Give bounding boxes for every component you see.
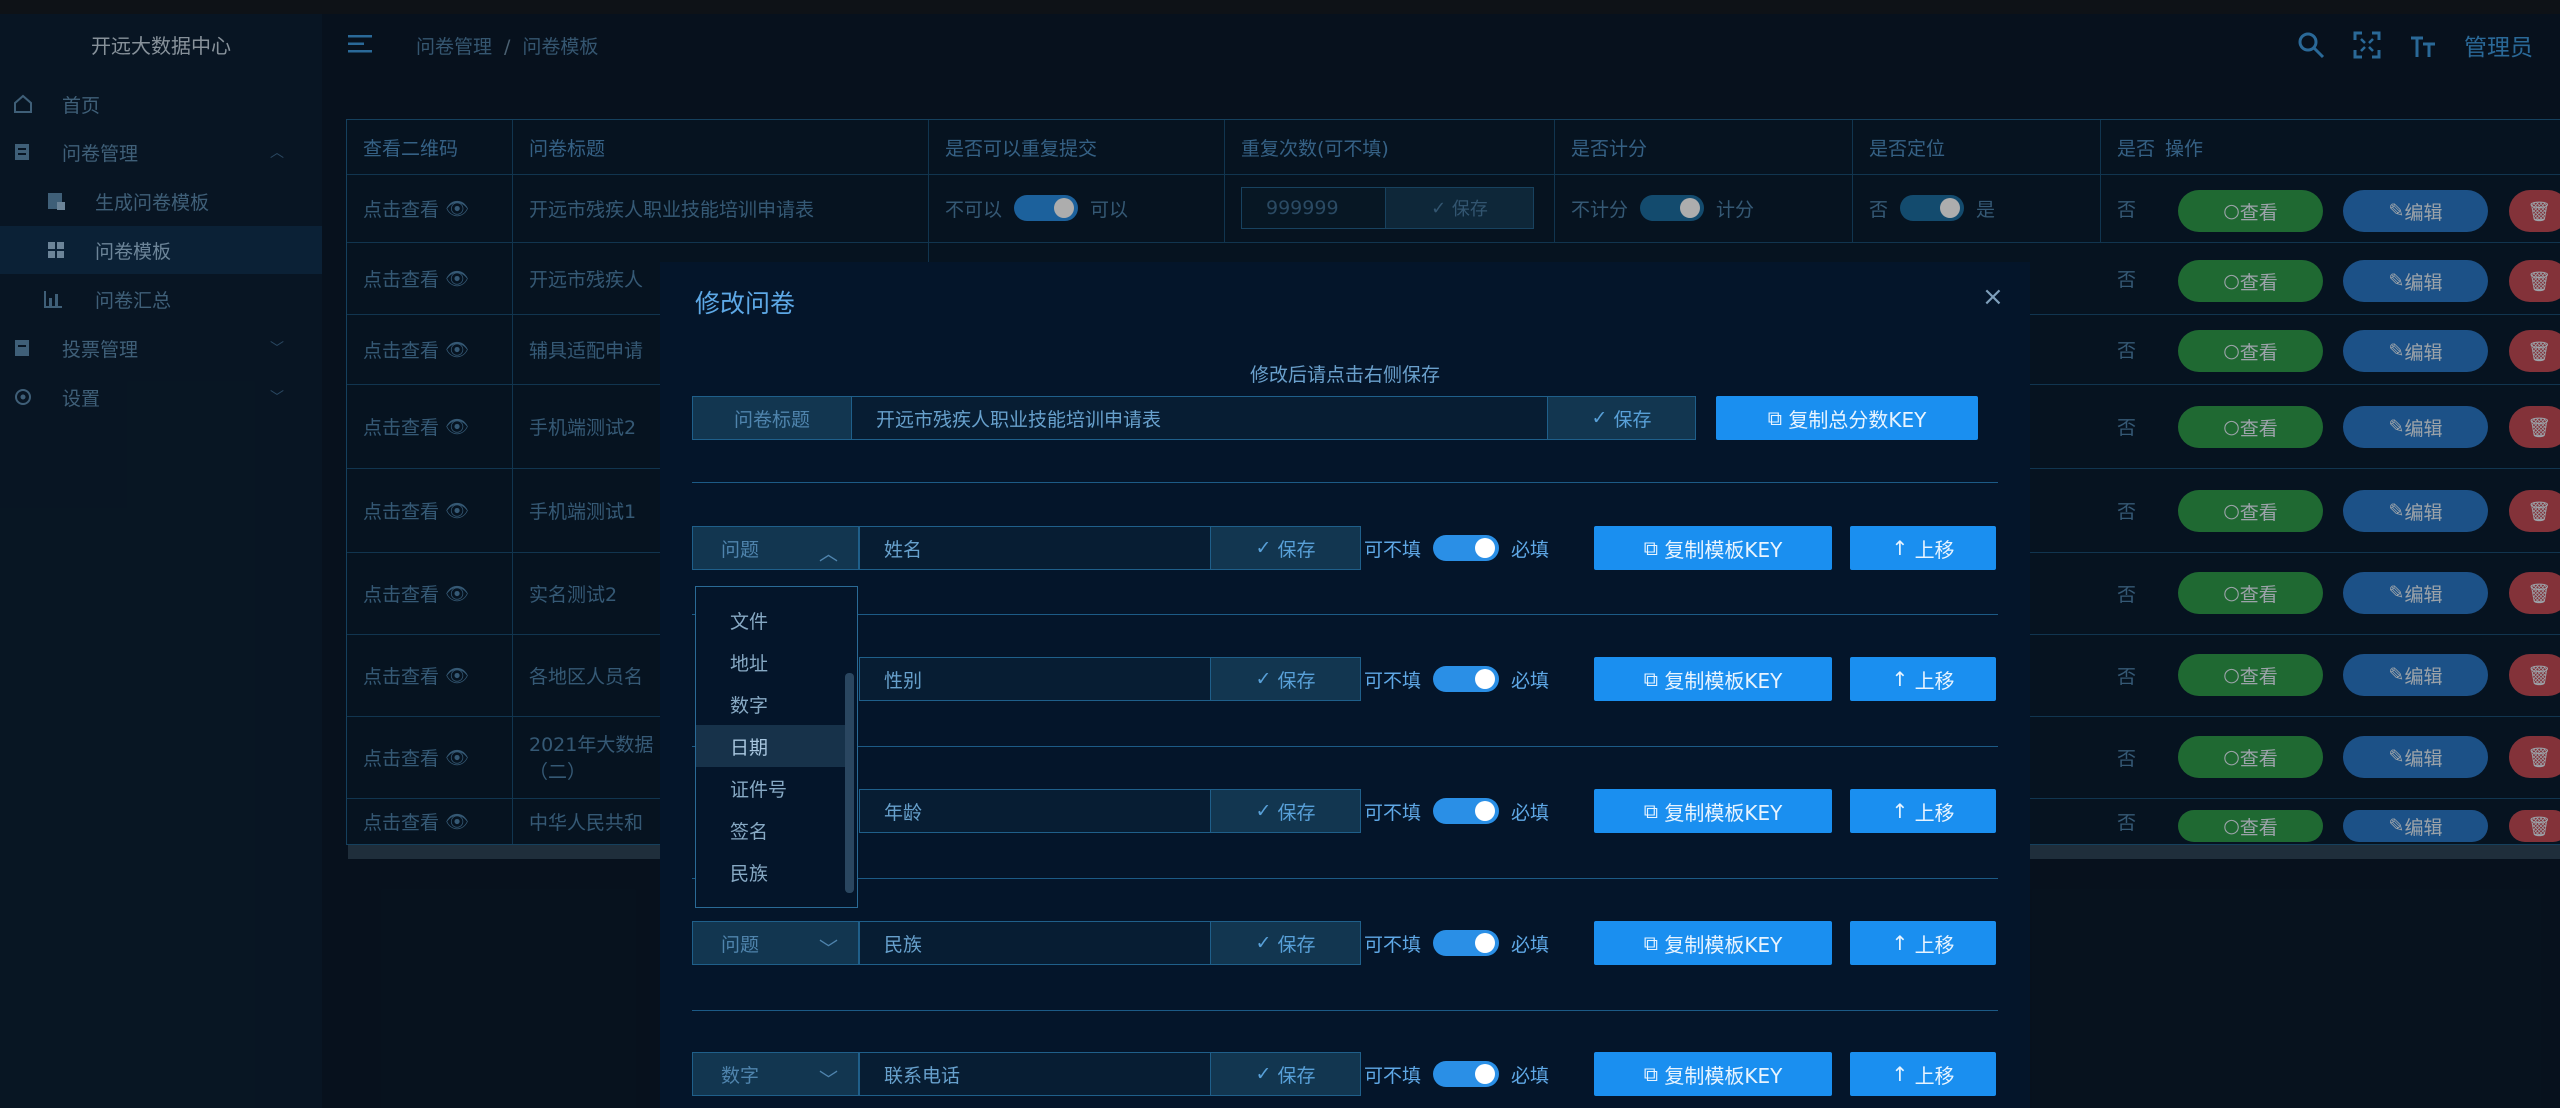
edit-survey-modal: 修改问卷 × 修改后请点击右侧保存 问卷标题 开远市残疾人职业技能培训申请表 ✓… xyxy=(660,262,2030,1108)
move-up-button[interactable]: ↑ 上移 xyxy=(1850,1052,1996,1096)
question-type-select[interactable]: 问题 ﹀ xyxy=(692,921,859,965)
dropdown-option[interactable]: 签名 xyxy=(696,809,846,851)
chevron-up-icon: ︿ xyxy=(818,543,838,565)
question-edit-group: 性别 ✓ 保存 xyxy=(859,657,1361,701)
move-up-button[interactable]: ↑ 上移 xyxy=(1850,921,1996,965)
modal-title: 修改问卷 xyxy=(695,289,796,318)
dropdown-option[interactable]: 数字 xyxy=(696,683,846,725)
chevron-down-icon: ﹀ xyxy=(818,938,838,960)
question-input[interactable]: 民族 xyxy=(859,921,1211,965)
copy-template-key-button[interactable]: ⧉ 复制模板KEY xyxy=(1594,921,1832,965)
required-switch[interactable]: 可不填 必填 xyxy=(1364,921,1549,965)
dropdown-option[interactable]: 地址 xyxy=(696,641,846,683)
move-up-button[interactable]: ↑ 上移 xyxy=(1850,526,1996,570)
title-edit-group: 问卷标题 开远市残疾人职业技能培训申请表 ✓ 保存 xyxy=(692,396,1696,440)
move-up-button[interactable]: ↑ 上移 xyxy=(1850,789,1996,833)
divider xyxy=(692,878,1998,879)
title-label: 问卷标题 xyxy=(692,396,852,440)
question-type-dropdown: 文件 地址 数字 日期 证件号 签名 民族 xyxy=(695,586,858,908)
question-type-select[interactable]: 问题 ︿ xyxy=(692,526,859,570)
close-icon[interactable]: × xyxy=(1982,282,2004,312)
copy-template-key-button[interactable]: ⧉ 复制模板KEY xyxy=(1594,657,1832,701)
question-save-button[interactable]: ✓ 保存 xyxy=(1211,657,1361,701)
dropdown-option-highlighted[interactable]: 日期 xyxy=(696,725,846,767)
dropdown-scrollbar[interactable] xyxy=(845,673,854,893)
copy-template-key-button[interactable]: ⧉ 复制模板KEY xyxy=(1594,526,1832,570)
question-input[interactable]: 性别 xyxy=(859,657,1211,701)
copy-template-key-button[interactable]: ⧉ 复制模板KEY xyxy=(1594,1052,1832,1096)
required-switch[interactable]: 可不填 必填 xyxy=(1364,657,1549,701)
move-up-button[interactable]: ↑ 上移 xyxy=(1850,657,1996,701)
required-switch[interactable]: 可不填 必填 xyxy=(1364,789,1549,833)
question-edit-group: 联系电话 ✓ 保存 xyxy=(859,1052,1361,1096)
question-input[interactable]: 姓名 xyxy=(859,526,1211,570)
question-save-button[interactable]: ✓ 保存 xyxy=(1211,921,1361,965)
question-type-select[interactable]: 数字 ﹀ xyxy=(692,1052,859,1096)
chevron-down-icon: ﹀ xyxy=(818,1069,838,1091)
divider xyxy=(692,1010,1998,1011)
required-switch[interactable]: 可不填 必填 xyxy=(1364,1052,1549,1096)
divider xyxy=(692,482,1998,483)
copy-icon: ⧉ xyxy=(1767,406,1782,430)
question-edit-group: 姓名 ✓ 保存 xyxy=(859,526,1361,570)
required-switch[interactable]: 可不填 必填 xyxy=(1364,526,1549,570)
divider xyxy=(692,746,1998,747)
dropdown-option[interactable]: 文件 xyxy=(696,599,846,641)
question-save-button[interactable]: ✓ 保存 xyxy=(1211,1052,1361,1096)
copy-total-key-button[interactable]: ⧉ 复制总分数KEY xyxy=(1716,396,1978,440)
dropdown-option[interactable]: 证件号 xyxy=(696,767,846,809)
question-input[interactable]: 年龄 xyxy=(859,789,1211,833)
question-save-button[interactable]: ✓ 保存 xyxy=(1211,789,1361,833)
modal-hint: 修改后请点击右侧保存 xyxy=(1249,364,1440,386)
title-input[interactable]: 开远市残疾人职业技能培训申请表 xyxy=(852,396,1548,440)
question-save-button[interactable]: ✓ 保存 xyxy=(1211,526,1361,570)
divider xyxy=(692,614,1998,615)
question-edit-group: 民族 ✓ 保存 xyxy=(859,921,1361,965)
copy-template-key-button[interactable]: ⧉ 复制模板KEY xyxy=(1594,789,1832,833)
title-save-button[interactable]: ✓ 保存 xyxy=(1548,396,1696,440)
dropdown-option[interactable]: 民族 xyxy=(696,851,846,893)
question-input[interactable]: 联系电话 xyxy=(859,1052,1211,1096)
question-edit-group: 年龄 ✓ 保存 xyxy=(859,789,1361,833)
